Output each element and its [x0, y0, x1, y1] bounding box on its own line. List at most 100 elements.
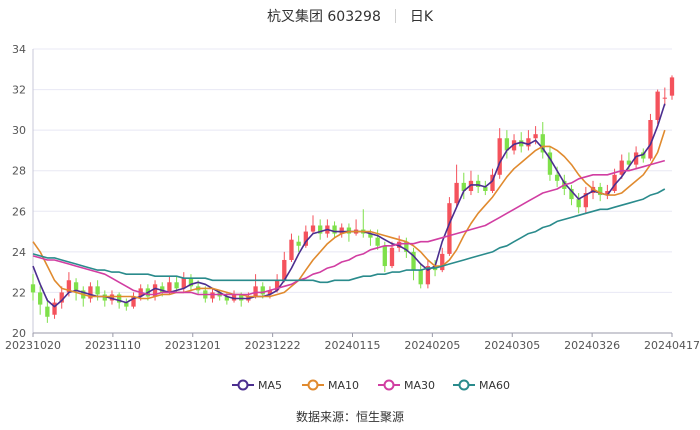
candle	[124, 298, 129, 311]
candle	[475, 174, 481, 194]
candle-body	[576, 199, 581, 208]
candle-body	[389, 247, 395, 267]
y-tick-label: 22	[12, 286, 26, 299]
y-tick-label: 32	[12, 84, 26, 97]
candle	[188, 274, 194, 291]
candle	[318, 219, 323, 240]
candle	[131, 292, 136, 309]
candle-body	[655, 91, 660, 120]
candle-body	[526, 138, 531, 147]
candle-body	[296, 241, 301, 246]
candle	[468, 170, 474, 196]
candle-body	[253, 286, 258, 297]
candle-body	[95, 286, 100, 295]
candle-body	[167, 282, 172, 293]
candle	[669, 75, 675, 100]
candle-body	[30, 284, 36, 293]
legend-marker	[307, 379, 319, 391]
chart-title: 杭叉集团 603298 日K	[0, 6, 700, 26]
x-tick-label: 20231201	[165, 339, 221, 352]
x-tick-label: 20240326	[564, 339, 620, 352]
candle	[38, 286, 43, 315]
chart-container: 杭叉集团 603298 日K 20 22 24 26 28 30 32 34 20231020 2…	[0, 0, 700, 426]
candle	[310, 215, 316, 234]
candle	[81, 286, 86, 307]
candle	[361, 209, 366, 238]
period-label: 日K	[409, 9, 434, 25]
candle-body	[533, 134, 538, 139]
candle-body	[554, 174, 560, 181]
candle	[353, 219, 359, 236]
candle	[332, 221, 337, 238]
legend-item-ma60: MA60	[453, 379, 510, 392]
legend-label: MA30	[404, 379, 435, 392]
y-tick-label: 28	[12, 165, 26, 178]
candle-body	[619, 160, 624, 175]
candle-body	[454, 182, 459, 204]
candle-body	[73, 282, 79, 291]
candle	[210, 288, 215, 303]
candle	[576, 193, 581, 214]
candle	[569, 184, 574, 206]
candle-body	[418, 270, 423, 285]
candle-body	[174, 282, 179, 289]
candle-body	[440, 253, 445, 271]
stock-name-code: 杭叉集团 603298	[266, 9, 381, 25]
x-tick-label: 20231020	[5, 339, 61, 352]
x-tick-label: 20240305	[484, 339, 540, 352]
legend-item-ma30: MA30	[378, 379, 435, 392]
candle-body	[375, 237, 380, 246]
x-tick-label: 20240115	[325, 339, 381, 352]
candle-body	[310, 225, 316, 232]
candle	[662, 87, 667, 106]
x-axis: 20231020 20231110 20231201 20231222 20240115…	[5, 332, 700, 352]
legend: MA5 MA10 MA30 MA60	[232, 379, 510, 392]
candle	[497, 128, 502, 179]
y-tick-label: 34	[12, 43, 26, 56]
candlestick-chart: 2022242628303234 20231020 20231110 2023120…	[5, 43, 700, 392]
legend-marker	[383, 379, 395, 391]
legend-label: MA60	[479, 379, 510, 392]
candle	[73, 278, 79, 301]
candle	[289, 233, 294, 262]
y-axis: 2022242628303234	[12, 43, 26, 340]
candle-body	[45, 306, 50, 317]
legend-label: MA10	[328, 379, 359, 392]
x-tick-label: 20240205	[404, 339, 460, 352]
candle-body	[497, 138, 502, 175]
candle	[59, 286, 64, 309]
y-tick-label: 24	[12, 246, 26, 259]
x-tick-label: 20231222	[245, 339, 301, 352]
x-tick-label: 20240417	[644, 339, 700, 352]
y-tick-label: 30	[12, 124, 26, 137]
candle-body	[38, 292, 43, 305]
legend-marker	[237, 379, 249, 391]
candle	[526, 130, 531, 151]
candle-body	[210, 292, 215, 299]
candle-body	[289, 239, 294, 260]
ma-line-ma5	[32, 103, 666, 308]
candle	[425, 259, 431, 289]
moving-average-lines	[32, 103, 666, 308]
candle-body	[662, 97, 667, 99]
candle	[95, 280, 100, 301]
candle	[648, 113, 653, 161]
candle	[540, 122, 545, 159]
candle	[339, 223, 344, 238]
candle-body	[382, 245, 387, 267]
candle	[88, 282, 93, 303]
candle-body	[260, 286, 265, 295]
x-tick-label: 20231110	[85, 339, 141, 352]
candle	[547, 146, 553, 181]
candle	[483, 180, 488, 196]
candle	[52, 298, 57, 319]
candle	[418, 264, 423, 289]
candle	[411, 247, 416, 281]
candle	[325, 219, 330, 238]
candle	[296, 235, 301, 252]
y-tick-label: 26	[12, 205, 26, 218]
grid-lines	[32, 48, 672, 334]
legend-label: MA5	[258, 379, 282, 392]
ma-line-ma10	[32, 129, 666, 300]
data-source: 数据来源：恒生聚源	[295, 410, 404, 424]
